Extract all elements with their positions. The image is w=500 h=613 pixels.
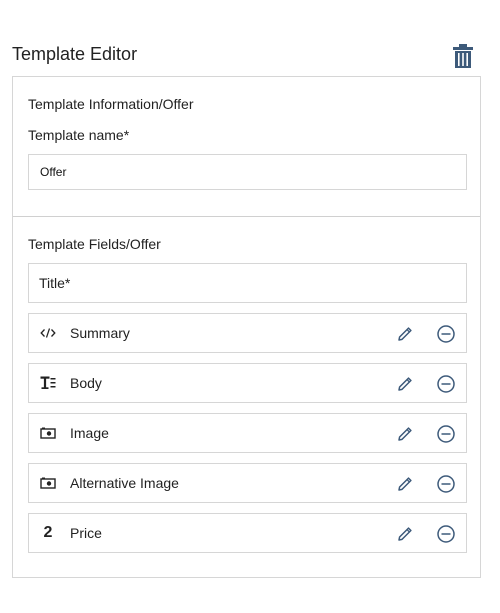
template-name-label: Template name* [28, 127, 130, 143]
remove-field-button[interactable] [436, 424, 456, 444]
image-icon [39, 414, 57, 452]
minus-circle-icon [437, 325, 455, 343]
template-info-heading: Template Information/Offer [28, 96, 194, 112]
pencil-icon [398, 477, 412, 491]
minus-circle-icon [437, 525, 455, 543]
number-icon: 2 [43, 524, 53, 541]
field-row-image[interactable]: Image [28, 413, 467, 453]
edit-field-button[interactable] [396, 325, 414, 343]
pencil-icon [398, 527, 412, 541]
edit-field-button[interactable] [396, 425, 414, 443]
template-name-input[interactable] [28, 154, 467, 190]
image-icon [39, 464, 57, 502]
pencil-icon [398, 427, 412, 441]
field-label: Price [70, 525, 102, 541]
code-icon [39, 314, 57, 352]
delete-template-button[interactable] [452, 43, 474, 69]
page-title: Template Editor [12, 44, 138, 64]
field-label: Alternative Image [70, 475, 179, 491]
pencil-icon [398, 377, 412, 391]
trash-icon [453, 44, 473, 68]
remove-field-button[interactable] [436, 374, 456, 394]
pencil-icon [398, 327, 412, 341]
field-label: Body [70, 375, 102, 391]
title-field[interactable]: Title* [28, 263, 467, 303]
field-row-body[interactable]: Body [28, 363, 467, 403]
field-label: Image [70, 425, 109, 441]
field-label: Summary [70, 325, 130, 341]
section-divider [13, 216, 480, 217]
text-format-icon [39, 364, 57, 402]
edit-field-button[interactable] [396, 375, 414, 393]
field-row-summary[interactable]: Summary [28, 313, 467, 353]
remove-field-button[interactable] [436, 524, 456, 544]
edit-field-button[interactable] [396, 475, 414, 493]
remove-field-button[interactable] [436, 474, 456, 494]
template-editor-panel: Template Information/Offer Template name… [12, 76, 481, 578]
remove-field-button[interactable] [436, 324, 456, 344]
minus-circle-icon [437, 375, 455, 393]
minus-circle-icon [437, 475, 455, 493]
field-row-price[interactable]: 2 Price [28, 513, 467, 553]
template-fields-heading: Template Fields/Offer [28, 236, 161, 252]
edit-field-button[interactable] [396, 525, 414, 543]
field-row-alternative-image[interactable]: Alternative Image [28, 463, 467, 503]
minus-circle-icon [437, 425, 455, 443]
